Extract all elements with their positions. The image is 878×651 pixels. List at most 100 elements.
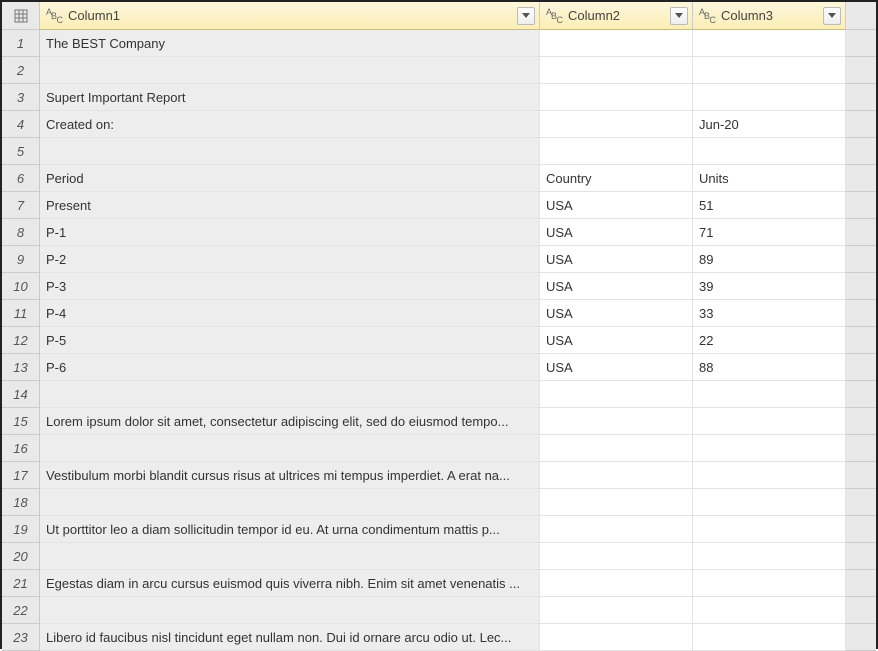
cell-column3[interactable] bbox=[693, 381, 846, 408]
row-number[interactable]: 7 bbox=[2, 192, 40, 219]
cell-column3[interactable]: 71 bbox=[693, 219, 846, 246]
cell-column1[interactable]: P-2 bbox=[40, 246, 540, 273]
row-number[interactable]: 20 bbox=[2, 543, 40, 570]
cell-column2[interactable] bbox=[540, 30, 693, 57]
cell-column1[interactable] bbox=[40, 57, 540, 84]
cell-column3[interactable] bbox=[693, 30, 846, 57]
cell-column2[interactable] bbox=[540, 435, 693, 462]
row-number[interactable]: 17 bbox=[2, 462, 40, 489]
table-row[interactable]: 11P-4USA33 bbox=[2, 300, 876, 327]
row-number[interactable]: 11 bbox=[2, 300, 40, 327]
cell-column3[interactable]: 39 bbox=[693, 273, 846, 300]
cell-column3[interactable]: 89 bbox=[693, 246, 846, 273]
cell-column3[interactable] bbox=[693, 624, 846, 651]
table-row[interactable]: 5 bbox=[2, 138, 876, 165]
filter-dropdown-button[interactable] bbox=[823, 7, 841, 25]
cell-column2[interactable] bbox=[540, 570, 693, 597]
row-number[interactable]: 6 bbox=[2, 165, 40, 192]
cell-column2[interactable] bbox=[540, 516, 693, 543]
cell-column2[interactable] bbox=[540, 597, 693, 624]
cell-column2[interactable] bbox=[540, 543, 693, 570]
cell-column1[interactable] bbox=[40, 489, 540, 516]
cell-column2[interactable] bbox=[540, 57, 693, 84]
row-number[interactable]: 18 bbox=[2, 489, 40, 516]
cell-column3[interactable]: 33 bbox=[693, 300, 846, 327]
cell-column1[interactable] bbox=[40, 381, 540, 408]
cell-column3[interactable] bbox=[693, 570, 846, 597]
cell-column3[interactable]: 22 bbox=[693, 327, 846, 354]
cell-column1[interactable] bbox=[40, 138, 540, 165]
table-row[interactable]: 15Lorem ipsum dolor sit amet, consectetu… bbox=[2, 408, 876, 435]
cell-column2[interactable]: USA bbox=[540, 246, 693, 273]
table-row[interactable]: 9P-2USA89 bbox=[2, 246, 876, 273]
cell-column3[interactable]: Units bbox=[693, 165, 846, 192]
cell-column2[interactable] bbox=[540, 111, 693, 138]
table-row[interactable]: 20 bbox=[2, 543, 876, 570]
cell-column2[interactable]: USA bbox=[540, 273, 693, 300]
table-row[interactable]: 4Created on: Jun-20 bbox=[2, 111, 876, 138]
row-number[interactable]: 3 bbox=[2, 84, 40, 111]
cell-column3[interactable] bbox=[693, 435, 846, 462]
row-number[interactable]: 19 bbox=[2, 516, 40, 543]
table-row[interactable]: 3Supert Important Report bbox=[2, 84, 876, 111]
cell-column2[interactable] bbox=[540, 489, 693, 516]
cell-column1[interactable]: Ut porttitor leo a diam sollicitudin tem… bbox=[40, 516, 540, 543]
filter-dropdown-button[interactable] bbox=[670, 7, 688, 25]
table-row[interactable]: 23Libero id faucibus nisl tincidunt eget… bbox=[2, 624, 876, 651]
table-row[interactable]: 13P-6USA88 bbox=[2, 354, 876, 381]
cell-column1[interactable]: P-4 bbox=[40, 300, 540, 327]
row-number[interactable]: 8 bbox=[2, 219, 40, 246]
row-number[interactable]: 22 bbox=[2, 597, 40, 624]
cell-column3[interactable] bbox=[693, 516, 846, 543]
row-number[interactable]: 10 bbox=[2, 273, 40, 300]
cell-column3[interactable] bbox=[693, 597, 846, 624]
cell-column1[interactable] bbox=[40, 597, 540, 624]
row-number[interactable]: 23 bbox=[2, 624, 40, 651]
table-row[interactable]: 17Vestibulum morbi blandit cursus risus … bbox=[2, 462, 876, 489]
cell-column1[interactable] bbox=[40, 435, 540, 462]
cell-column3[interactable] bbox=[693, 489, 846, 516]
cell-column3[interactable] bbox=[693, 138, 846, 165]
cell-column1[interactable]: Present bbox=[40, 192, 540, 219]
table-row[interactable]: 22 bbox=[2, 597, 876, 624]
table-row[interactable]: 10P-3USA39 bbox=[2, 273, 876, 300]
table-row[interactable]: 8P-1USA71 bbox=[2, 219, 876, 246]
cell-column3[interactable]: Jun-20 bbox=[693, 111, 846, 138]
cell-column1[interactable]: Egestas diam in arcu cursus euismod quis… bbox=[40, 570, 540, 597]
row-number[interactable]: 4 bbox=[2, 111, 40, 138]
table-row[interactable]: 2 bbox=[2, 57, 876, 84]
cell-column2[interactable] bbox=[540, 84, 693, 111]
cell-column1[interactable]: P-5 bbox=[40, 327, 540, 354]
cell-column3[interactable] bbox=[693, 462, 846, 489]
row-number[interactable]: 14 bbox=[2, 381, 40, 408]
cell-column1[interactable] bbox=[40, 543, 540, 570]
column-header-column1[interactable]: B Column1 bbox=[40, 2, 540, 30]
cell-column1[interactable]: Created on: bbox=[40, 111, 540, 138]
table-row[interactable]: 6PeriodCountryUnits bbox=[2, 165, 876, 192]
cell-column1[interactable]: Vestibulum morbi blandit cursus risus at… bbox=[40, 462, 540, 489]
column-header-column3[interactable]: B Column3 bbox=[693, 2, 846, 30]
table-row[interactable]: 18 bbox=[2, 489, 876, 516]
table-row[interactable]: 7PresentUSA51 bbox=[2, 192, 876, 219]
row-number[interactable]: 2 bbox=[2, 57, 40, 84]
cell-column1[interactable]: Period bbox=[40, 165, 540, 192]
cell-column1[interactable]: The BEST Company bbox=[40, 30, 540, 57]
row-number[interactable]: 16 bbox=[2, 435, 40, 462]
select-all-corner[interactable] bbox=[2, 2, 40, 30]
cell-column3[interactable] bbox=[693, 408, 846, 435]
table-row[interactable]: 16 bbox=[2, 435, 876, 462]
row-number[interactable]: 9 bbox=[2, 246, 40, 273]
table-row[interactable]: 19Ut porttitor leo a diam sollicitudin t… bbox=[2, 516, 876, 543]
cell-column1[interactable]: Lorem ipsum dolor sit amet, consectetur … bbox=[40, 408, 540, 435]
cell-column2[interactable] bbox=[540, 462, 693, 489]
table-row[interactable]: 14 bbox=[2, 381, 876, 408]
cell-column2[interactable]: USA bbox=[540, 192, 693, 219]
cell-column2[interactable]: USA bbox=[540, 300, 693, 327]
cell-column1[interactable]: P-6 bbox=[40, 354, 540, 381]
cell-column2[interactable]: Country bbox=[540, 165, 693, 192]
table-row[interactable]: 21Egestas diam in arcu cursus euismod qu… bbox=[2, 570, 876, 597]
table-row[interactable]: 12P-5USA22 bbox=[2, 327, 876, 354]
cell-column2[interactable] bbox=[540, 624, 693, 651]
row-number[interactable]: 5 bbox=[2, 138, 40, 165]
cell-column2[interactable] bbox=[540, 408, 693, 435]
